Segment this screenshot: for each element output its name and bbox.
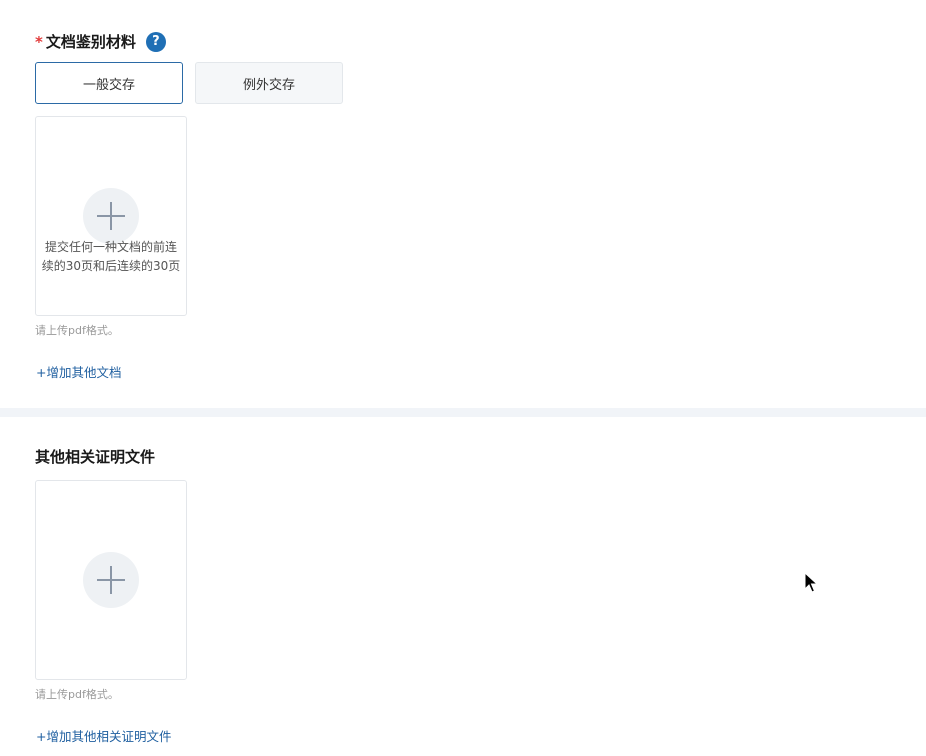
mouse-pointer-icon: [804, 572, 818, 593]
help-icon[interactable]: ?: [145, 31, 166, 52]
section-title-text: 文档鉴别材料: [45, 33, 136, 51]
upload-format-hint: 请上传pdf格式。: [35, 324, 119, 337]
section-title: * 文档鉴别材料 ?: [35, 31, 166, 52]
section-divider: [0, 408, 926, 417]
exception-deposit-button[interactable]: 例外交存: [195, 62, 343, 104]
section-title-text: 其他相关证明文件: [35, 448, 156, 466]
other-certificates-section: 其他相关证明文件 请上传pdf格式。 +增加其他相关证明文件: [0, 417, 926, 756]
add-other-document-link[interactable]: +增加其他文档: [36, 362, 121, 381]
upload-format-hint: 请上传pdf格式。: [35, 688, 119, 701]
add-other-certificate-link[interactable]: +增加其他相关证明文件: [36, 726, 171, 745]
document-upload-box[interactable]: 提交任何一种文档的前连续的30页和后连续的30页: [35, 116, 187, 316]
general-deposit-button[interactable]: 一般交存: [35, 62, 183, 104]
plus-icon: [83, 188, 139, 244]
upload-instruction: 提交任何一种文档的前连续的30页和后连续的30页: [41, 240, 181, 273]
required-mark: *: [35, 32, 43, 51]
certificate-upload-box[interactable]: [35, 480, 187, 680]
document-identification-section: * 文档鉴别材料 ? 一般交存 例外交存 提交任何一种文档的前连续的30页和后连…: [0, 0, 926, 408]
plus-icon: [83, 552, 139, 608]
section-title: 其他相关证明文件: [35, 446, 155, 467]
